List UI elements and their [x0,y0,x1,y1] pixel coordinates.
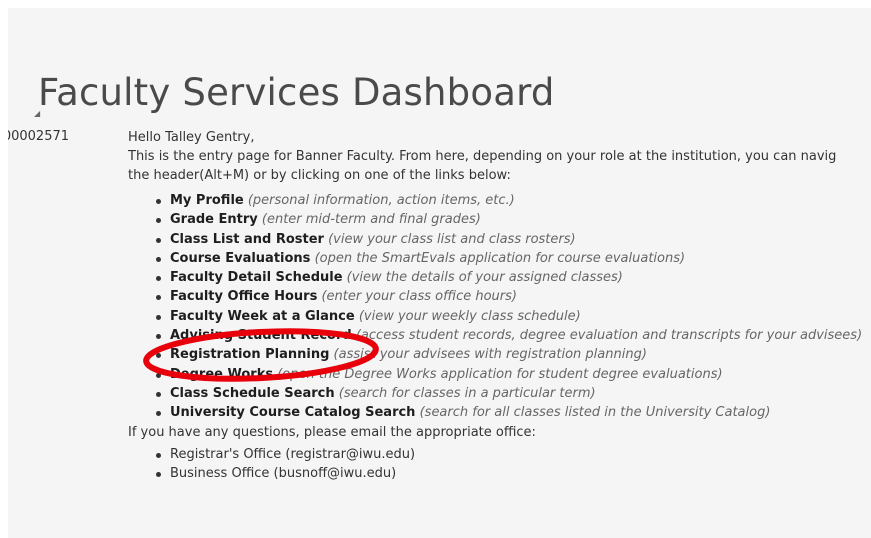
dashboard-links-list: My Profile (personal information, action… [128,191,871,423]
advising-student-record-link[interactable]: Advising Student Record [170,328,352,343]
intro-line-1: This is the entry page for Banner Facult… [128,149,837,164]
profile-photo-icon: ◢ [34,109,41,118]
registration-planning-link[interactable]: Registration Planning [170,347,329,362]
list-item: Registration Planning (assist your advis… [152,345,871,364]
faculty-detail-schedule-link[interactable]: Faculty Detail Schedule [170,270,343,285]
faculty-week-at-a-glance-link[interactable]: Faculty Week at a Glance [170,309,355,324]
list-item: Course Evaluations (open the SmartEvals … [152,249,871,268]
link-description: (search for all classes listed in the Un… [419,405,771,421]
dashboard-content: Hello Talley Gentry, This is the entry p… [128,128,871,483]
contact-prompt: If you have any questions, please email … [128,424,536,440]
link-description: (open the Degree Works application for s… [277,366,723,382]
link-description: (enter mid-term and final grades) [261,212,481,228]
top-margin [0,0,871,8]
link-description: (assist your advisees with registration … [333,347,647,363]
faculty-id: J00002571 [8,129,70,144]
link-description: (view your weekly class schedule) [358,308,581,324]
list-item: Faculty Detail Schedule (view the detail… [152,268,871,287]
class-schedule-search-link[interactable]: Class Schedule Search [170,386,335,401]
list-item: Class List and Roster (view your class l… [152,230,871,249]
grade-entry-link[interactable]: Grade Entry [170,212,258,227]
list-item: My Profile (personal information, action… [152,191,871,210]
list-item: Class Schedule Search (search for classe… [152,384,871,403]
my-profile-link[interactable]: My Profile [170,193,244,208]
degree-works-link[interactable]: Degree Works [170,367,273,382]
list-item: Faculty Week at a Glance (view your week… [152,307,871,326]
link-description: (open the SmartEvals application for cou… [314,250,686,266]
course-evaluations-link[interactable]: Course Evaluations [170,251,310,266]
link-description: (view the details of your assigned class… [346,270,623,286]
list-item: Degree Works (open the Degree Works appl… [152,365,871,384]
link-description: (personal information, action items, etc… [247,193,515,208]
faculty-office-hours-link[interactable]: Faculty Office Hours [170,289,317,304]
list-item: Faculty Office Hours (enter your class o… [152,287,871,306]
business-office-contact: Business Office (busnoff@iwu.edu) [152,464,871,483]
link-description: (view your class list and class rosters) [328,231,576,247]
list-item: University Course Catalog Search (search… [152,403,871,422]
link-description: (search for classes in a particular term… [338,385,596,401]
link-description: (access student records, degree evaluati… [355,328,863,344]
greeting: Hello Talley Gentry, [128,130,255,145]
page-title: Faculty Services Dashboard [38,70,555,114]
office-contacts-list: Registrar's Office (registrar@iwu.edu) B… [128,445,871,483]
registrar-office-contact: Registrar's Office (registrar@iwu.edu) [152,445,871,464]
university-course-catalog-search-link[interactable]: University Course Catalog Search [170,405,415,420]
class-list-and-roster-link[interactable]: Class List and Roster [170,232,324,247]
link-description: (enter your class office hours) [321,289,517,305]
list-item: Advising Student Record (access student … [152,326,871,345]
intro-line-2: the header(Alt+M) or by clicking on one … [128,168,511,183]
dashboard-page: Faculty Services Dashboard ◢ J00002571 H… [8,8,871,538]
list-item: Grade Entry (enter mid-term and final gr… [152,210,871,229]
